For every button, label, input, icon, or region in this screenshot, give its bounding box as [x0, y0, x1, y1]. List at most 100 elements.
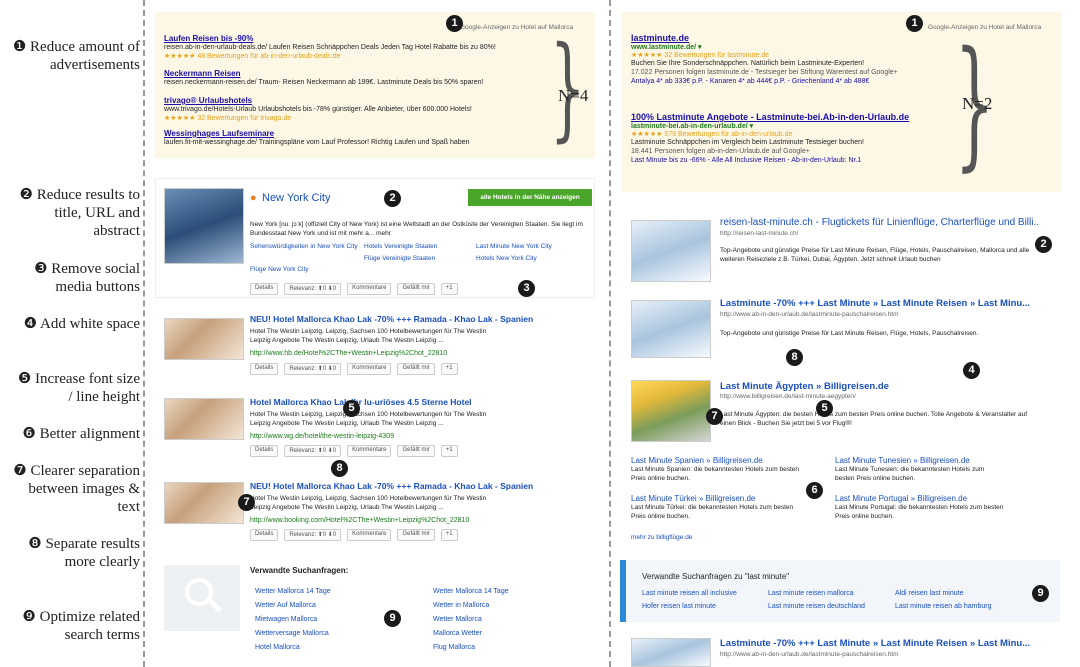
ad-title[interactable]: Laufen Reisen bis -90%	[164, 34, 534, 43]
ad-title[interactable]: 100% Lastminute Angebote - Lastminute-be…	[631, 112, 931, 122]
left-related-7[interactable]: Mallorca Wetter	[433, 630, 482, 637]
left-result-0-url[interactable]: http://www.hb.de/Hotel%2CThe+Westin+Leip…	[250, 350, 447, 357]
right-result-2-url[interactable]: http://www.billigreisen.de/last-minute-a…	[720, 393, 856, 400]
right-sub-1[interactable]: Last Minute Tunesien » Billigreisen.de L…	[835, 456, 1005, 483]
left-ad-0[interactable]: Laufen Reisen bis -90% reisen.ab-in-den-…	[164, 34, 534, 60]
comments-button[interactable]: Kommentare	[347, 363, 392, 375]
left-related-9[interactable]: Flug Mallorca	[433, 644, 475, 651]
left-related-1[interactable]: Wetter Mallorca 14 Tage	[433, 588, 509, 595]
like-button[interactable]: Gefällt mir	[397, 283, 435, 295]
right-n-label: N=2	[962, 94, 993, 113]
right-result-0-url[interactable]: http://reisen-last-minute.ch/	[720, 230, 798, 237]
left-related-3[interactable]: Wetter in Mallorca	[433, 602, 489, 609]
ad-title[interactable]: Neckermann Reisen	[164, 69, 534, 78]
right-result-2-desc: Last Minute Ägypten: die besten Hotels z…	[720, 411, 1028, 427]
ad-url: www.lastminute.de/ ▾	[631, 44, 702, 51]
ad-l3[interactable]: Antalya 4* ab 333€ p.P. - Kanaren 4* ab …	[631, 77, 931, 86]
plusone-button[interactable]: +1	[440, 529, 458, 541]
left-related-6[interactable]: Wetterversage Mallorca	[255, 630, 329, 637]
city-link-1[interactable]: Hotels Vereinigte Staaten	[364, 243, 437, 250]
relevance-button[interactable]: Relevanz: ⬆0 ⬇0	[284, 363, 342, 375]
sub-title[interactable]: Last Minute Türkei » Billigreisen.de	[631, 494, 801, 503]
marker-1-right: 1	[906, 15, 923, 32]
relevance-button[interactable]: Relevanz: ⬆0 ⬇0	[284, 445, 342, 457]
plusone-button[interactable]: +1	[440, 445, 458, 457]
result-buttons: Details Relevanz: ⬆0 ⬇0 Kommentare Gefäl…	[250, 529, 458, 541]
right-result-1-url[interactable]: http://www.ab-in-den-urlaub.de/lastminut…	[720, 311, 898, 318]
left-result-2-title[interactable]: NEU! Hotel Mallorca Khao Lak -70% +++ Ra…	[250, 481, 533, 491]
label-8: ❽ Separate results more clearly	[28, 536, 140, 570]
right-last-title[interactable]: Lastminute -70% +++ Last Minute » Last M…	[720, 638, 1040, 649]
left-result-1-title[interactable]: Hotel Mallorca Khao Lak Ihr Iu-uriöses 4…	[250, 397, 472, 407]
comments-button[interactable]: Kommentare	[347, 445, 392, 457]
left-ad-1[interactable]: Neckermann Reisen reisen.neckermann-reis…	[164, 69, 534, 87]
plusone-button[interactable]: +1	[440, 283, 458, 295]
like-button[interactable]: Gefällt mir	[397, 529, 435, 541]
marker-2-left: 2	[384, 190, 401, 207]
details-button[interactable]: Details	[250, 283, 279, 295]
left-related-8[interactable]: Hotel Mallorca	[255, 644, 300, 651]
right-related-1[interactable]: Last minute reisen mallorca	[768, 590, 854, 597]
marker-5-left: 5	[343, 400, 360, 417]
left-related-title: Verwandte Suchanfragen:	[250, 566, 349, 575]
left-related-5[interactable]: Wetter Mallorca	[433, 616, 482, 623]
city-link-3[interactable]: Flüge New York City	[250, 266, 309, 273]
city-link-4[interactable]: Flüge Vereinigte Staaten	[364, 255, 435, 262]
right-result-2-title[interactable]: Last Minute Ägypten » Billigreisen.de	[720, 381, 889, 392]
ad-l3[interactable]: Last Minute bis zu -66% - Alle All Inclu…	[631, 156, 931, 165]
right-related-2[interactable]: Aldi reisen last minute	[895, 590, 963, 597]
right-sub-2[interactable]: Last Minute Türkei » Billigreisen.de Las…	[631, 494, 801, 521]
sub-title[interactable]: Last Minute Spanien » Billigreisen.de	[631, 456, 801, 465]
like-button[interactable]: Gefällt mir	[397, 445, 435, 457]
right-related-3[interactable]: Hofer reisen last minute	[642, 603, 716, 610]
like-button[interactable]: Gefällt mir	[397, 363, 435, 375]
ad-title[interactable]: trivago® Urlaubshotels	[164, 96, 534, 105]
right-result-1-title[interactable]: Lastminute -70% +++ Last Minute » Last M…	[720, 298, 1040, 309]
right-result-0-title[interactable]: reisen-last-minute.ch - Flugtickets für …	[720, 217, 1040, 228]
right-ad-1[interactable]: 100% Lastminute Angebote - Lastminute-be…	[631, 112, 931, 165]
label-2: ❷ Reduce results to title, URL and abstr…	[19, 187, 140, 239]
marker-1-left: 1	[446, 15, 463, 32]
left-result-0-title[interactable]: NEU! Hotel Mallorca Khao Lak -70% +++ Ra…	[250, 314, 533, 324]
city-title[interactable]: New York City	[262, 192, 330, 204]
left-ad-2[interactable]: trivago® Urlaubshotels www.trivago.de/Ho…	[164, 96, 534, 122]
relevance-button[interactable]: Relevanz: ⬆0 ⬇0	[284, 529, 342, 541]
comments-button[interactable]: Kommentare	[347, 283, 392, 295]
label-9: ❾ Optimize related search terms	[22, 609, 140, 643]
left-related-0[interactable]: Wetter Mallorca 14 Tage	[255, 588, 331, 595]
more-link[interactable]: mehr zu billigflüge.de	[631, 534, 692, 541]
city-link-0[interactable]: Sehenswürdigkeiten in New York City	[250, 243, 360, 250]
details-button[interactable]: Details	[250, 445, 279, 457]
result-thumb	[164, 398, 244, 440]
right-related-0[interactable]: Last minute reisen all inclusive	[642, 590, 737, 597]
sub-title[interactable]: Last Minute Tunesien » Billigreisen.de	[835, 456, 1005, 465]
right-related-5[interactable]: Last minute reisen ab hamburg	[895, 603, 992, 610]
ad-stars: ★★★★★ 32 Bewertungen für lastminute.de	[631, 52, 769, 59]
left-result-2-url[interactable]: http://www.booking.com/Hotel%2CThe+Westi…	[250, 517, 469, 524]
sub-title[interactable]: Last Minute Portugal » Billigreisen.de	[835, 494, 1005, 503]
left-result-1-url[interactable]: http://www.wg.de/hotel/the-westin-leipzi…	[250, 433, 394, 440]
left-related-2[interactable]: Wetter Auf Mallorca	[255, 602, 316, 609]
details-button[interactable]: Details	[250, 363, 279, 375]
right-sub-0[interactable]: Last Minute Spanien » Billigreisen.de La…	[631, 456, 801, 483]
left-ad-3[interactable]: Wessinghages Laufseminare laufen.fit-mit…	[164, 129, 534, 147]
right-related-4[interactable]: Last minute reisen deutschland	[768, 603, 865, 610]
label-3: ❸ Remove social media buttons	[34, 261, 140, 295]
left-related-4[interactable]: Mietwagen Mallorca	[255, 616, 317, 623]
city-link-5[interactable]: Hotels New York City	[476, 255, 537, 262]
right-last-url[interactable]: http://www.ab-in-den-urlaub.de/lastminut…	[720, 651, 898, 658]
left-result-1-desc: Hotel The Westin Leipzig, Leipzig, Sachs…	[250, 411, 487, 427]
plusone-button[interactable]: +1	[440, 363, 458, 375]
comments-button[interactable]: Kommentare	[347, 529, 392, 541]
label-5: ❺ Increase font size / line height	[17, 371, 140, 405]
sub-desc: Last Minute Portugal: die bekanntesten H…	[835, 504, 1004, 520]
ad-title[interactable]: Wessinghages Laufseminare	[164, 129, 534, 138]
right-ad-0[interactable]: lastminute.de www.lastminute.de/ ▾ ★★★★★…	[631, 33, 931, 86]
details-button[interactable]: Details	[250, 529, 279, 541]
right-sub-3[interactable]: Last Minute Portugal » Billigreisen.de L…	[835, 494, 1005, 521]
label-4: ❹ Add white space	[23, 316, 140, 332]
city-button[interactable]: alle Hotels in der Nähe anzeigen	[468, 189, 592, 206]
city-link-2[interactable]: Last Minute New York City	[476, 243, 552, 250]
relevance-button[interactable]: Relevanz: ⬆0 ⬇0	[284, 283, 342, 295]
ad-title[interactable]: lastminute.de	[631, 33, 931, 43]
